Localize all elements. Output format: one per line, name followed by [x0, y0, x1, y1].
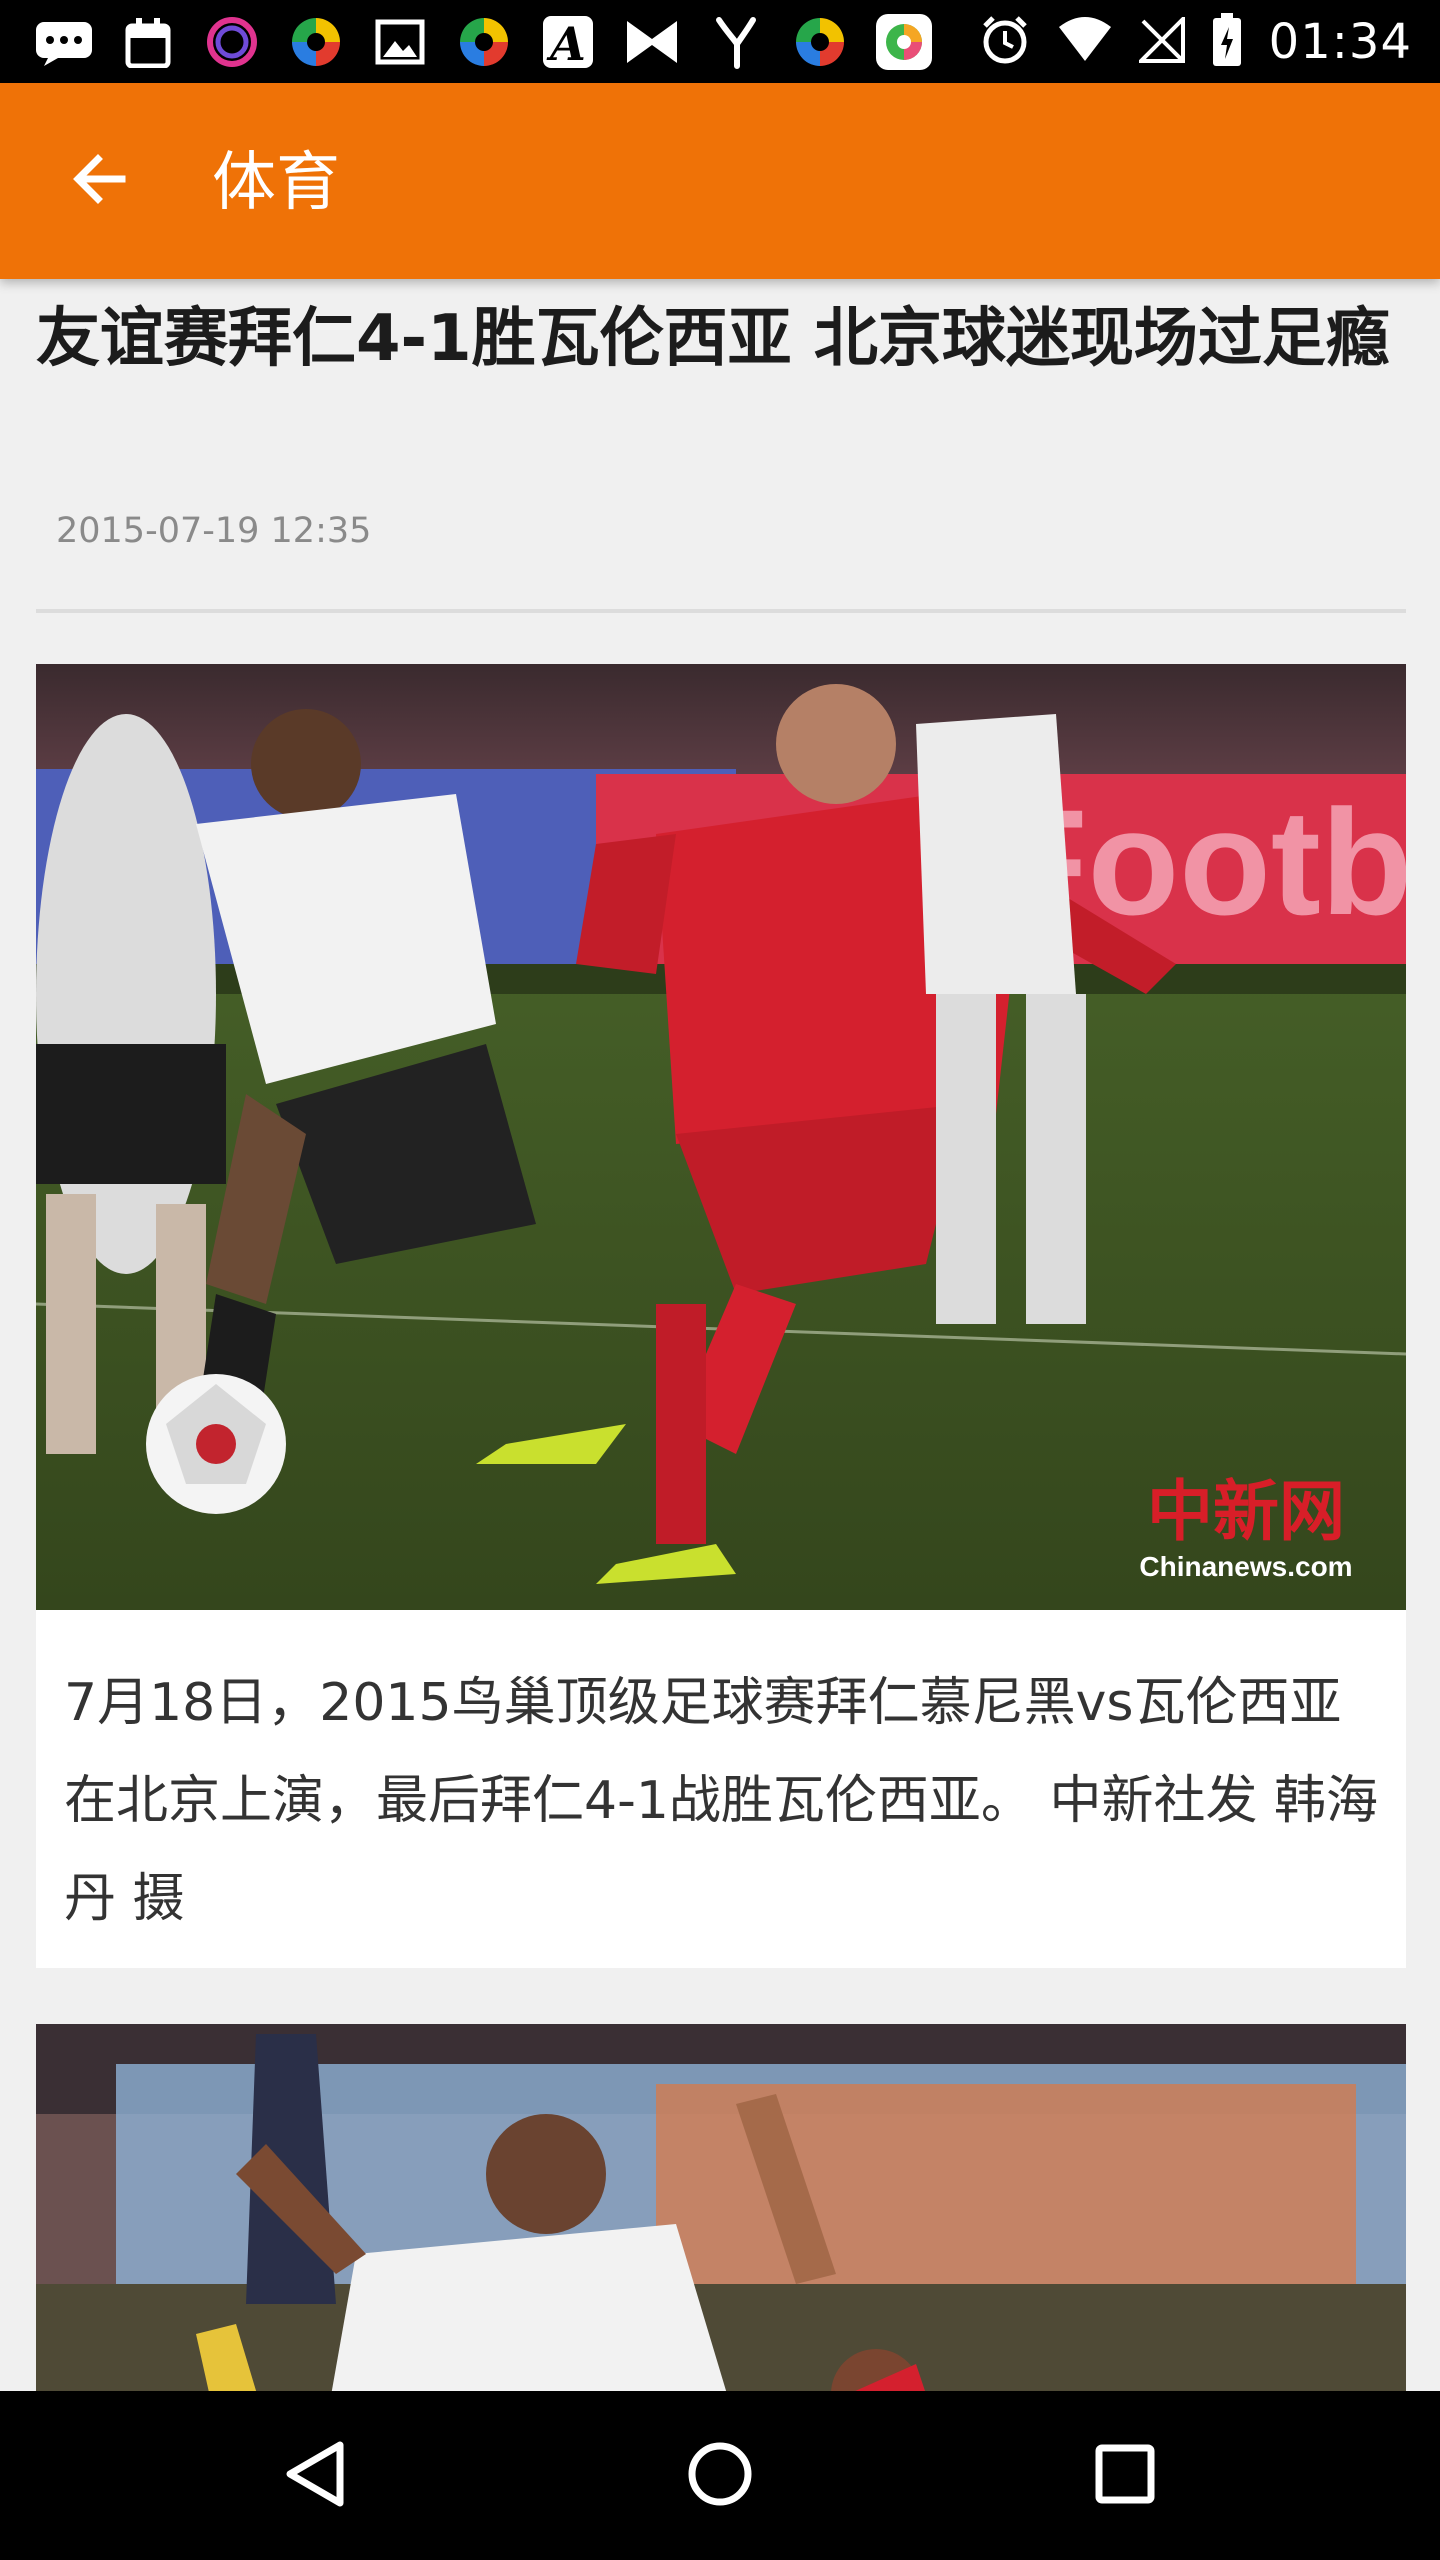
photo-caption: 7月18日，2015鸟巢顶级足球赛拜仁慕尼黑vs瓦伦西亚在北京上演，最后拜仁4-… — [64, 1673, 1378, 1929]
recents-square-icon — [1093, 2442, 1157, 2510]
app-y-icon — [704, 14, 768, 70]
watermark-logo: 中新网 — [1147, 1472, 1345, 1550]
app-colorball-icon — [452, 14, 516, 70]
app-bow-icon — [620, 14, 684, 70]
status-clock: 01:34 — [1268, 13, 1412, 70]
nav-back-button[interactable] — [265, 2426, 365, 2526]
photo-card — [36, 2024, 1406, 2391]
nav-home-button[interactable] — [670, 2426, 770, 2526]
article-scroll-area[interactable]: 友谊赛拜仁4-1胜瓦伦西亚 北京球迷现场过足瘾 2015-07-19 12:35 — [0, 279, 1440, 2391]
message-icon — [32, 14, 96, 70]
arrow-back-icon — [68, 147, 132, 215]
calendar-icon — [116, 14, 180, 70]
article-photo[interactable]: Footbal — [36, 664, 1406, 1610]
svg-text:A: A — [546, 17, 586, 70]
app-a-icon: A — [536, 14, 600, 70]
no-signal-icon — [1135, 13, 1185, 67]
image-icon — [368, 14, 432, 70]
app-browser-icon — [872, 14, 936, 70]
app-colorball-icon — [788, 14, 852, 70]
wifi-icon — [1057, 16, 1113, 67]
divider — [36, 609, 1406, 613]
system-icons: 01:34 — [979, 0, 1412, 83]
article-headline: 友谊赛拜仁4-1胜瓦伦西亚 北京球迷现场过足瘾 — [36, 302, 1390, 376]
navigation-bar — [0, 2391, 1440, 2560]
back-triangle-icon — [280, 2439, 350, 2513]
article-timestamp: 2015-07-19 12:35 — [56, 511, 372, 551]
watermark-subtext: Chinanews.com — [1139, 1551, 1352, 1582]
home-circle-icon — [685, 2439, 755, 2513]
photo-card: Footbal — [36, 664, 1406, 1968]
nav-recents-button[interactable] — [1075, 2426, 1175, 2526]
alarm-icon — [979, 14, 1031, 70]
app-colorball-icon — [284, 14, 348, 70]
app-ring-icon — [200, 14, 264, 70]
status-bar: A 01:34 — [0, 0, 1440, 83]
battery-icon — [1211, 12, 1243, 71]
notification-icons: A — [32, 14, 936, 70]
article-photo[interactable] — [36, 2024, 1406, 2391]
page-title: 体育 — [212, 146, 340, 220]
app-bar: 体育 — [0, 83, 1440, 279]
back-button[interactable] — [48, 129, 152, 233]
